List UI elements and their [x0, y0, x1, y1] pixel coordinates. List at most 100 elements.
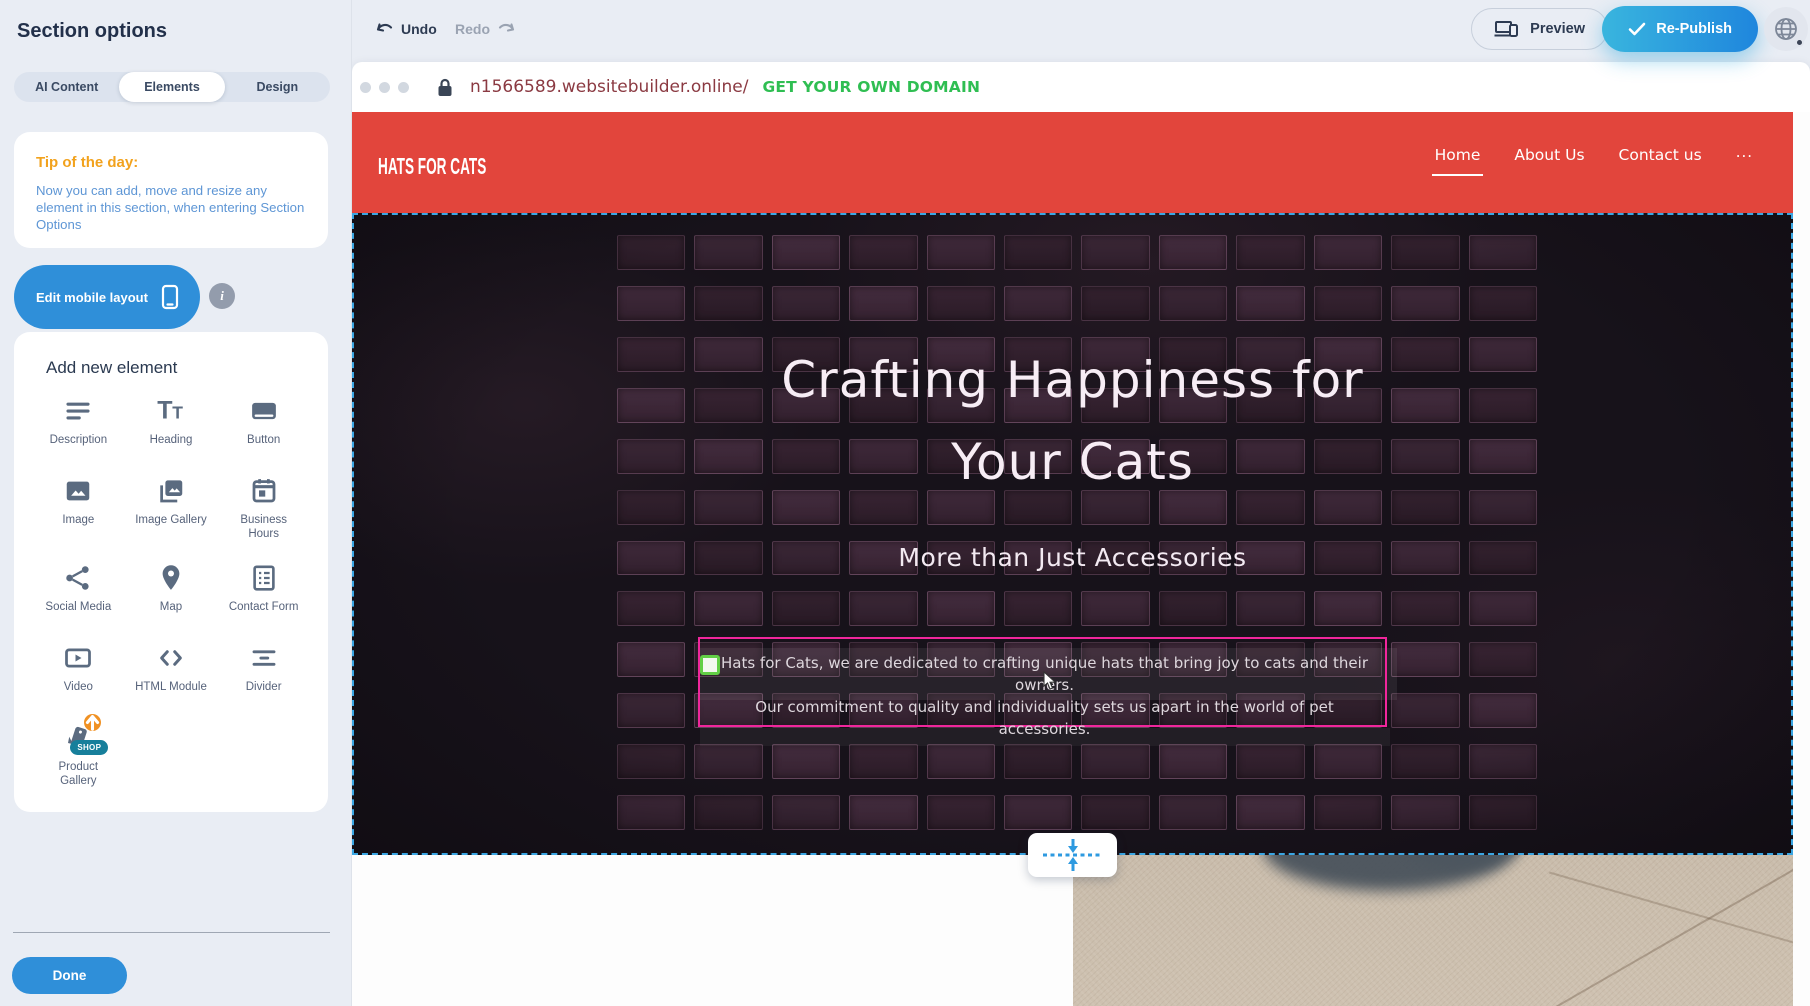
upgrade-arrow-icon — [84, 714, 101, 731]
image-icon — [63, 476, 93, 506]
check-icon — [1628, 22, 1646, 36]
element-item-description[interactable]: Description — [32, 396, 125, 454]
undo-icon — [375, 21, 394, 37]
redo-button[interactable]: Redo — [455, 14, 516, 44]
element-item-heading[interactable]: TT Heading — [125, 396, 218, 454]
element-item-social-media[interactable]: Social Media — [32, 563, 125, 621]
divider-icon — [249, 643, 279, 673]
hero-heading-line2: Your Cats — [352, 421, 1793, 503]
scrollbar-thumb[interactable] — [1797, 170, 1806, 388]
info-icon[interactable]: i — [209, 283, 235, 309]
language-globe-button[interactable] — [1764, 7, 1808, 51]
element-item-label: Divider — [246, 680, 282, 694]
section-options-panel: Section options AI Content Elements Desi… — [0, 0, 352, 1006]
element-item-image-gallery[interactable]: Image Gallery — [125, 476, 218, 541]
element-item-map[interactable]: Map — [125, 563, 218, 621]
nav-item-about-us[interactable]: About Us — [1514, 146, 1584, 176]
redo-label: Redo — [455, 21, 490, 37]
image-gallery-icon — [156, 476, 186, 506]
element-item-label: Product Gallery — [42, 760, 114, 788]
builder-topbar: Undo Redo Preview Re-Publish — [0, 0, 1810, 62]
hero-subheading[interactable]: More than Just Accessories — [352, 543, 1793, 572]
done-button[interactable]: Done — [12, 957, 127, 994]
map-icon — [156, 563, 186, 593]
site-logo[interactable]: HATS FOR CATS — [378, 154, 486, 180]
edit-mobile-layout-button[interactable]: Edit mobile layout — [14, 265, 200, 329]
republish-button[interactable]: Re-Publish — [1602, 6, 1758, 52]
element-item-label: Button — [247, 433, 280, 447]
element-item-product-gallery[interactable]: SHOP Product Gallery — [32, 723, 125, 788]
add-new-element-card: Add new element Description TT Heading Butt… — [14, 332, 328, 812]
business-hours-icon — [249, 476, 279, 506]
devices-icon — [1494, 19, 1520, 39]
get-your-own-domain-link[interactable]: GET YOUR OWN DOMAIN — [762, 78, 980, 96]
site-url[interactable]: n1566589.websitebuilder.online/ — [470, 77, 748, 97]
tip-of-the-day-card: Tip of the day: Now you can add, move an… — [14, 132, 328, 248]
site-preview-window: n1566589.websitebuilder.online/ GET YOUR… — [352, 62, 1810, 1006]
contact-form-icon — [249, 563, 279, 593]
shop-badge: SHOP — [70, 740, 108, 755]
hero-description-line1: Hats for Cats, we are dedicated to craft… — [712, 652, 1377, 696]
element-item-label: Image — [62, 513, 94, 527]
preview-label: Preview — [1530, 21, 1585, 37]
site-header: HATS FOR CATS Home About Us Contact us .… — [352, 112, 1793, 213]
next-section-left — [352, 855, 1073, 1006]
tip-body: Now you can add, move and resize any ele… — [36, 182, 306, 233]
element-item-contact-form[interactable]: Contact Form — [217, 563, 310, 621]
element-item-divider[interactable]: Divider — [217, 643, 310, 701]
element-item-image[interactable]: Image — [32, 476, 125, 541]
tab-elements[interactable]: Elements — [119, 72, 224, 102]
next-section[interactable] — [352, 855, 1793, 1006]
preview-button[interactable]: Preview — [1471, 8, 1608, 50]
undo-label: Undo — [401, 21, 437, 37]
browser-scrollbar — [1793, 112, 1810, 1006]
edit-mobile-label: Edit mobile layout — [36, 290, 148, 305]
republish-label: Re-Publish — [1656, 21, 1732, 37]
product-gallery-icon: SHOP — [63, 723, 93, 753]
heading-icon: TT — [156, 396, 186, 426]
nav-more-ellipsis[interactable]: ... — [1736, 143, 1753, 161]
element-item-label: Video — [64, 680, 93, 694]
hero-vignette — [352, 213, 1793, 855]
add-element-title: Add new element — [46, 358, 310, 378]
video-icon — [63, 643, 93, 673]
selected-description-element[interactable]: Hats for Cats, we are dedicated to craft… — [698, 637, 1387, 727]
element-item-business-hours[interactable]: Business Hours — [217, 476, 310, 541]
browser-dots-icon — [360, 82, 409, 93]
element-item-label: Map — [160, 600, 182, 614]
element-item-label: Contact Form — [229, 600, 299, 614]
element-item-label: Image Gallery — [135, 513, 207, 527]
phone-icon — [160, 284, 180, 310]
element-item-label: Heading — [150, 433, 193, 447]
element-item-video[interactable]: Video — [32, 643, 125, 701]
hero-heading-line1: Crafting Happiness for — [352, 339, 1793, 421]
hero-heading[interactable]: Crafting Happiness for Your Cats — [352, 339, 1793, 503]
element-item-label: Description — [50, 433, 108, 447]
tip-title: Tip of the day: — [36, 154, 306, 171]
section-height-resize-handle[interactable] — [1028, 833, 1117, 877]
element-item-button[interactable]: Button — [217, 396, 310, 454]
svg-text:T: T — [157, 397, 172, 425]
site-canvas: HATS FOR CATS Home About Us Contact us .… — [352, 112, 1793, 1006]
tab-ai-content[interactable]: AI Content — [14, 72, 119, 102]
element-item-label: Social Media — [45, 600, 111, 614]
redo-icon — [497, 21, 516, 37]
nav-item-home[interactable]: Home — [1435, 146, 1481, 176]
lock-icon — [437, 78, 453, 97]
hero-section[interactable]: Crafting Happiness for Your Cats More th… — [352, 213, 1793, 855]
element-item-label: HTML Module — [135, 680, 207, 694]
element-item-html-module[interactable]: HTML Module — [125, 643, 218, 701]
hero-description: Hats for Cats, we are dedicated to craft… — [712, 652, 1377, 740]
sidebar-divider — [13, 932, 330, 933]
globe-icon — [1773, 16, 1799, 42]
tab-design[interactable]: Design — [225, 72, 330, 102]
button-icon — [249, 396, 279, 426]
svg-text:T: T — [172, 403, 183, 423]
html-module-icon — [156, 643, 186, 673]
element-item-label: Business Hours — [228, 513, 300, 541]
globe-notification-dot — [1795, 38, 1804, 47]
undo-button[interactable]: Undo — [375, 14, 437, 44]
hero-description-line2: Our commitment to quality and individual… — [712, 696, 1377, 740]
description-icon — [63, 396, 93, 426]
nav-item-contact-us[interactable]: Contact us — [1619, 146, 1702, 176]
